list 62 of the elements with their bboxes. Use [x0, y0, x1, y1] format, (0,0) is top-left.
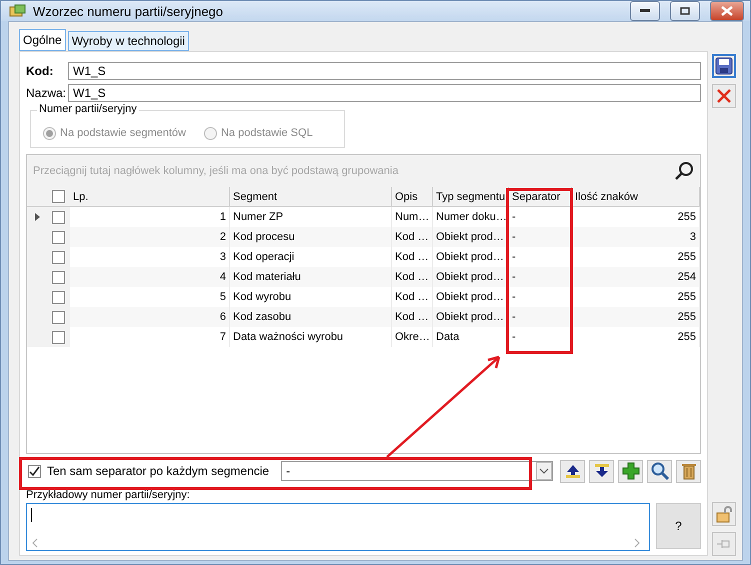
help-button[interactable]: ? — [656, 503, 701, 549]
move-down-button[interactable] — [589, 460, 614, 482]
app-icon — [9, 3, 27, 19]
delete-button[interactable] — [676, 460, 701, 482]
field-label: Nazwa: — [26, 86, 64, 100]
column-header[interactable]: Separator — [509, 187, 572, 206]
search-button[interactable] — [647, 460, 672, 482]
field-label: Kod: — [26, 64, 54, 78]
window-title: Wzorzec numeru partii/seryjnego — [33, 4, 224, 18]
column-header[interactable]: Segment — [230, 187, 392, 206]
example-label: Przykładowy numer partii/seryjny: — [26, 489, 191, 501]
plus-icon — [622, 462, 640, 480]
close-icon — [721, 6, 733, 16]
trash-icon — [680, 462, 696, 480]
table-cell: Data — [433, 327, 509, 347]
pin-button[interactable] — [712, 532, 736, 556]
cancel-button[interactable] — [712, 84, 736, 108]
radio-dot-icon — [46, 130, 53, 136]
move-up-button[interactable] — [560, 460, 585, 482]
separator-dropdown[interactable]: - — [281, 461, 554, 481]
column-header[interactable]: Opis — [392, 187, 433, 206]
tab[interactable]: Ogólne — [19, 29, 66, 51]
text-field[interactable]: W1_S — [68, 84, 701, 102]
row-checkbox[interactable] — [52, 270, 65, 284]
arrow-up-icon — [564, 464, 580, 478]
table-cell: - — [509, 327, 572, 347]
row-checkbox[interactable] — [52, 330, 65, 344]
select-all-checkbox[interactable] — [52, 190, 65, 203]
minimize-button[interactable] — [630, 1, 660, 21]
checkbox[interactable] — [28, 464, 41, 478]
maximize-icon — [680, 7, 690, 15]
row-checkbox[interactable] — [52, 250, 65, 264]
table-cell: 255 — [572, 327, 700, 347]
tab[interactable]: Wyroby w technologii — [68, 31, 189, 51]
group-hint: Przeciągnij tutaj nagłówek kolumny, jeśli ma ona być podstawą grupowania — [33, 165, 398, 177]
table-cell: 7 — [70, 327, 230, 347]
row-pointer-icon — [34, 213, 40, 221]
unlock-button[interactable] — [712, 502, 736, 526]
group-title: Numer partii/seryjny — [37, 103, 139, 115]
row-checkbox[interactable] — [52, 230, 65, 244]
checkbox-label: Ten sam separator po każdym segmencie — [47, 464, 270, 478]
minimize-icon — [640, 9, 650, 13]
search-icon — [650, 462, 668, 480]
table-cell: Okre… — [392, 327, 433, 347]
search-icon[interactable] — [674, 161, 694, 181]
arrow-down-icon — [594, 464, 610, 478]
table-cell: Data ważności wyrobu — [230, 327, 392, 347]
padlock-icon — [715, 505, 733, 523]
close-button[interactable] — [710, 1, 744, 21]
row-checkbox[interactable] — [52, 290, 65, 304]
maximize-button[interactable] — [670, 1, 700, 21]
pin-icon — [716, 537, 732, 551]
save-button[interactable] — [712, 54, 736, 78]
example-field[interactable] — [26, 503, 650, 551]
column-header[interactable]: Ilość znaków — [572, 187, 700, 206]
add-button[interactable] — [618, 460, 643, 482]
close-icon — [716, 88, 732, 104]
text-field[interactable]: W1_S — [68, 62, 701, 80]
row-checkbox[interactable] — [52, 210, 65, 224]
row-checkbox[interactable] — [52, 310, 65, 324]
column-header[interactable]: Lp. — [70, 187, 230, 206]
column-header[interactable]: Typ segmentu — [433, 187, 509, 206]
